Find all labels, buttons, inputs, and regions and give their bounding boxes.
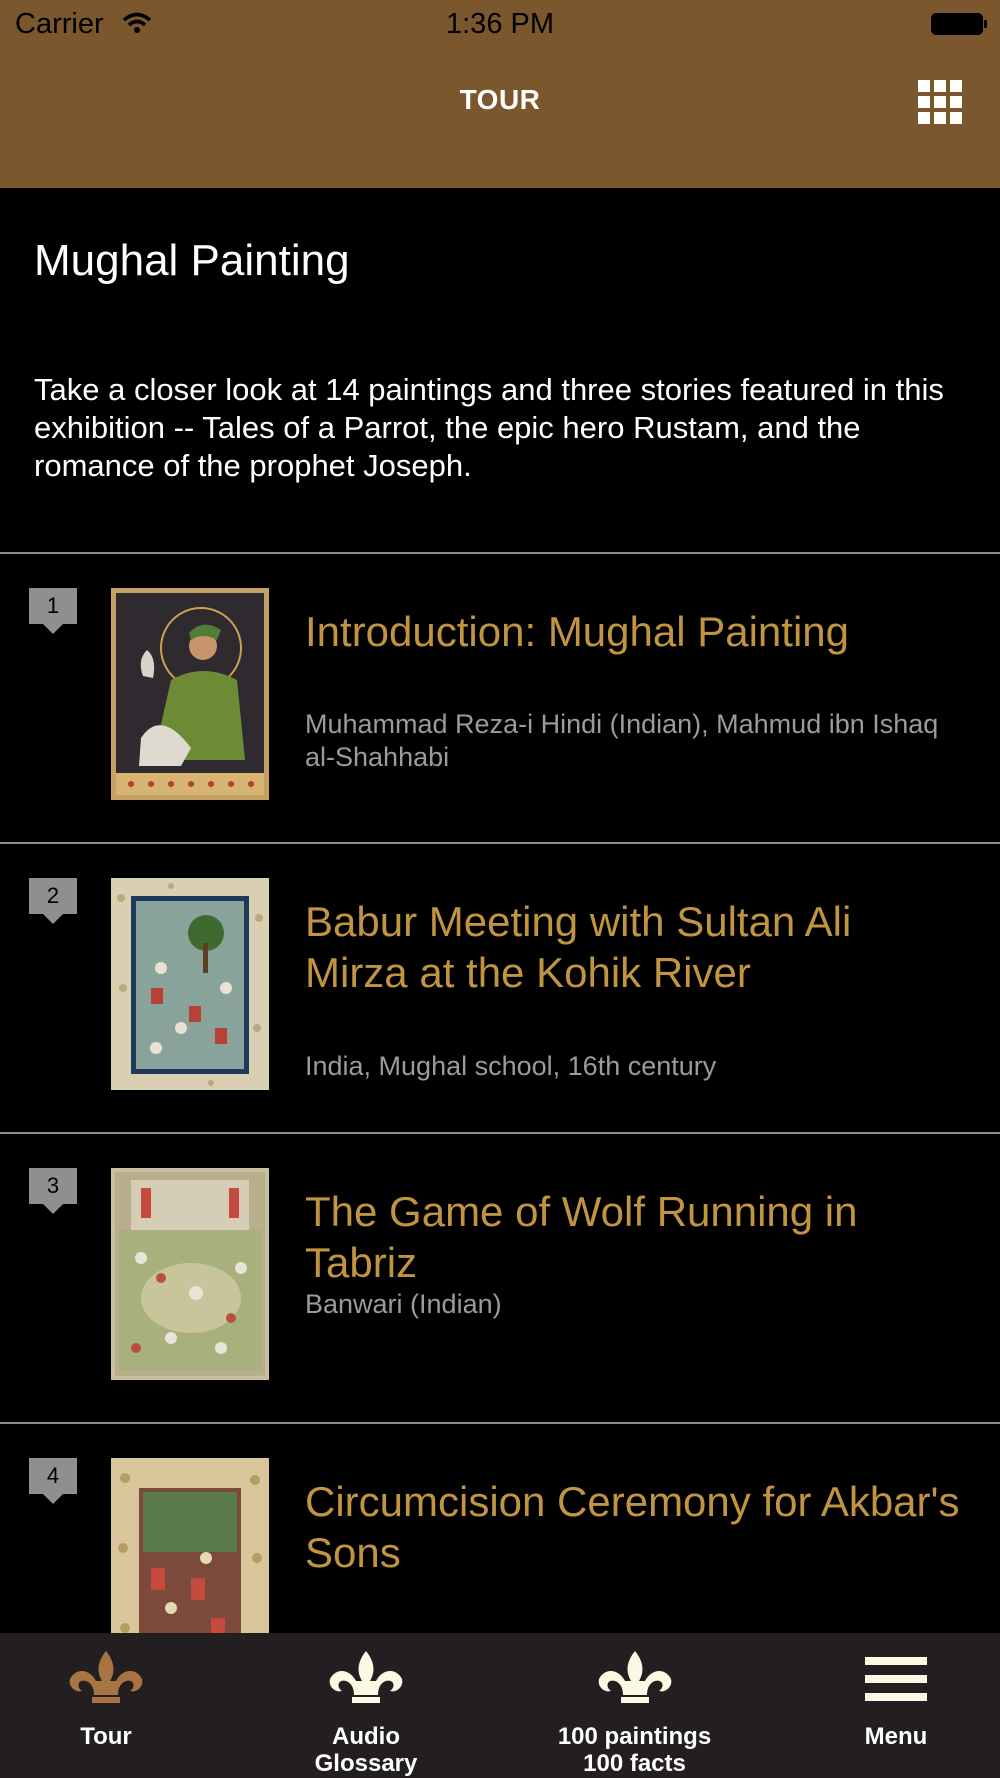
- grid-icon: [950, 80, 962, 92]
- tab-label: Audio Glossary: [314, 1723, 418, 1777]
- grid-view-button[interactable]: [918, 80, 962, 124]
- tab-menu[interactable]: Menu: [792, 1633, 1000, 1778]
- tab-label: 100 paintings 100 facts: [557, 1723, 712, 1777]
- tab-label: Menu: [864, 1723, 928, 1750]
- grid-icon: [918, 96, 930, 108]
- tour-stop-item[interactable]: 3 The Game of Wolf Running in Tabriz Ban…: [0, 1134, 1000, 1422]
- stop-subtitle: Banwari (Indian): [305, 1289, 502, 1319]
- grid-icon: [918, 80, 930, 92]
- stop-subtitle: India, Mughal school, 16th century: [305, 1051, 717, 1081]
- stop-number-badge: 1: [29, 588, 77, 634]
- grid-icon: [934, 80, 946, 92]
- stop-title: Babur Meeting with Sultan Ali Mirza at t…: [305, 898, 852, 996]
- stop-number-badge: 2: [29, 878, 77, 924]
- clock: 1:36 PM: [446, 8, 554, 40]
- tab-label: Tour: [80, 1723, 132, 1750]
- nav-title: TOUR: [459, 84, 541, 115]
- stop-title: The Game of Wolf Running in Tabriz: [305, 1188, 858, 1286]
- tour-stop-item[interactable]: 2 Babur Meeting with Sultan Ali Mirza at…: [0, 844, 1000, 1132]
- stop-number-badge: 3: [29, 1168, 77, 1214]
- stop-subtitle: Muhammad Reza-i Hindi (Indian), Mahmud i…: [305, 709, 939, 772]
- grid-icon: [918, 112, 930, 124]
- hamburger-menu-icon: [865, 1657, 927, 1701]
- stop-title: Circumcision Ceremony for Akbar's Sons: [305, 1478, 960, 1576]
- painting-thumbnail: [111, 1168, 269, 1380]
- painting-thumbnail: [111, 878, 269, 1090]
- page-title: Mughal Painting: [34, 236, 350, 285]
- stop-title: Introduction: Mughal Painting: [305, 608, 850, 655]
- tab-tour[interactable]: Tour: [0, 1633, 212, 1778]
- grid-icon: [934, 96, 946, 108]
- tour-description: Take a closer look at 14 paintings and t…: [34, 372, 944, 483]
- grid-icon: [950, 96, 962, 108]
- status-bar: Carrier 1:36 PM: [0, 0, 1000, 50]
- stop-number-badge: 4: [29, 1458, 77, 1504]
- battery-icon: [931, 13, 987, 35]
- tour-intro: Mughal Painting Take a closer look at 14…: [0, 188, 1000, 552]
- painting-thumbnail: [111, 588, 269, 800]
- navigation-bar: TOUR: [0, 50, 1000, 188]
- grid-icon: [934, 112, 946, 124]
- fleur-de-lis-icon: [69, 1651, 143, 1703]
- fleur-de-lis-icon: [329, 1651, 403, 1703]
- grid-icon: [950, 112, 962, 124]
- tab-audio-glossary[interactable]: Audio Glossary: [252, 1633, 480, 1778]
- fleur-de-lis-icon: [598, 1651, 671, 1703]
- tab-bar: Tour Audio Glossary 100 paintings 100 fa…: [0, 1633, 1000, 1778]
- tour-stop-item[interactable]: 1 Introduction: Mughal Painting Muhammad…: [0, 554, 1000, 842]
- tab-100-paintings[interactable]: 100 paintings 100 facts: [522, 1633, 747, 1778]
